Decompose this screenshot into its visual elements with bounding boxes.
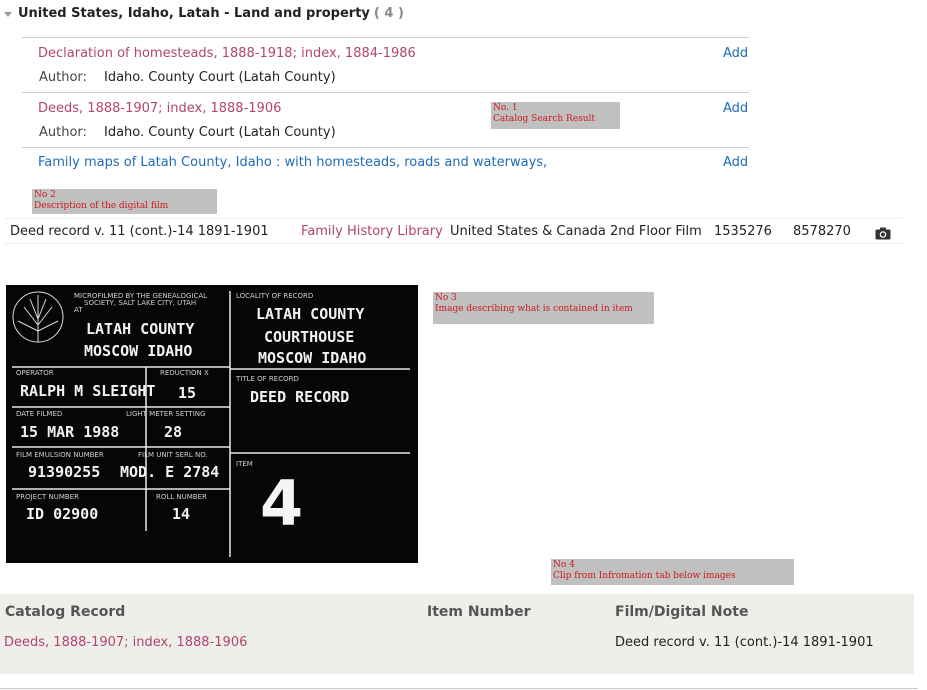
divider <box>22 147 749 148</box>
annotation-number: No 4 <box>553 560 575 570</box>
tree-logo-icon <box>12 291 64 343</box>
reduction-value: 15 <box>178 384 196 402</box>
column-header-film-note: Film/Digital Note <box>615 604 749 620</box>
annotation-number: No 3 <box>435 293 457 303</box>
author-value: Idaho. County Court (Latah County) <box>104 125 336 140</box>
project-value: ID 02900 <box>26 505 98 523</box>
operator-value: RALPH M SLEIGHT <box>20 382 155 400</box>
section-header[interactable]: United States, Idaho, Latah - Land and p… <box>4 4 404 22</box>
left-place-line2: MOSCOW IDAHO <box>84 342 192 360</box>
divider <box>0 688 918 689</box>
divider <box>22 92 749 93</box>
annotation-text: Clip from Infromation tab below images <box>553 571 736 581</box>
annotation-number: No 2 <box>34 190 56 200</box>
emulsion-label: FILM EMULSION NUMBER <box>16 451 104 459</box>
annotation-text: Image describing what is contained in it… <box>435 304 633 314</box>
annotation-number: No. 1 <box>493 103 518 113</box>
film-row: Deed record v. 11 (cont.)-14 1891-1901 F… <box>4 218 903 244</box>
column-header-catalog-record: Catalog Record <box>5 604 126 620</box>
information-tab-panel: Catalog Record Item Number Film/Digital … <box>0 594 914 674</box>
roll-value: 14 <box>172 505 190 523</box>
record-title-value: DEED RECORD <box>250 388 349 406</box>
locality-line1: LATAH COUNTY <box>256 305 364 323</box>
locality-line3: MOSCOW IDAHO <box>258 349 366 367</box>
annotation-text: Description of the digital film <box>34 201 169 211</box>
microfilmed-line3: AT <box>74 306 83 314</box>
annotation-box: No. 1 Catalog Search Result <box>491 102 620 129</box>
result-title-link[interactable]: Deeds, 1888-1907; index, 1888-1906 <box>38 101 281 116</box>
author-label: Author: <box>39 125 87 140</box>
meter-label: LIGHT METER SETTING <box>126 410 205 418</box>
film-number: 1535276 <box>714 224 772 239</box>
date-label: DATE FILMED <box>16 410 62 418</box>
author-label: Author: <box>39 70 87 85</box>
item-value: 4 <box>260 467 303 540</box>
catalog-record-link[interactable]: Deeds, 1888-1907; index, 1888-1906 <box>4 635 247 650</box>
film-note-value: Deed record v. 11 (cont.)-14 1891-1901 <box>615 635 874 650</box>
roll-label: ROLL NUMBER <box>156 493 207 501</box>
result-count: ( 4 ) <box>373 5 404 21</box>
annotation-text: Catalog Search Result <box>493 114 596 124</box>
section-title: United States, Idaho, Latah - Land and p… <box>18 5 370 21</box>
annotation-box: No 2 Description of the digital film <box>32 189 217 214</box>
collapse-triangle-icon[interactable] <box>4 11 12 17</box>
meter-value: 28 <box>164 423 182 441</box>
author-value: Idaho. County Court (Latah County) <box>104 70 336 85</box>
film-target-image: MICROFILMED BY THE GENEALOGICAL SOCIETY,… <box>6 285 418 563</box>
unit-label: FILM UNIT SERL NO. <box>138 451 208 459</box>
date-value: 15 MAR 1988 <box>20 423 119 441</box>
add-button[interactable]: Add <box>723 155 748 170</box>
locality-label: LOCALITY OF RECORD <box>236 292 313 300</box>
title-label: TITLE OF RECORD <box>235 375 299 383</box>
annotation-box: No 4 Clip from Infromation tab below ima… <box>551 559 794 585</box>
film-location: United States & Canada 2nd Floor Film <box>450 224 702 239</box>
locality-line2: COURTHOUSE <box>264 328 354 346</box>
annotation-box: No 3 Image describing what is contained … <box>433 292 654 324</box>
emulsion-value: 91390255 <box>28 463 100 481</box>
unit-value: MOD. E 2784 <box>120 463 219 481</box>
add-button[interactable]: Add <box>723 46 748 61</box>
film-description: Deed record v. 11 (cont.)-14 1891-1901 <box>10 224 269 239</box>
camera-icon[interactable] <box>875 225 891 244</box>
library-link[interactable]: Family History Library <box>301 224 443 239</box>
microfilmed-line2: SOCIETY, SALT LAKE CITY, UTAH <box>84 299 196 307</box>
left-place-line1: LATAH COUNTY <box>86 320 194 338</box>
divider <box>22 37 749 38</box>
project-label: PROJECT NUMBER <box>16 493 79 501</box>
column-header-item-number: Item Number <box>427 604 531 620</box>
operator-label: OPERATOR <box>16 369 54 377</box>
dgs-number: 8578270 <box>793 224 851 239</box>
reduction-label: REDUCTION X <box>160 369 209 377</box>
result-title-link[interactable]: Family maps of Latah County, Idaho : wit… <box>38 155 547 170</box>
item-label: ITEM <box>236 460 253 468</box>
result-title-link[interactable]: Declaration of homesteads, 1888-1918; in… <box>38 46 416 61</box>
add-button[interactable]: Add <box>723 101 748 116</box>
